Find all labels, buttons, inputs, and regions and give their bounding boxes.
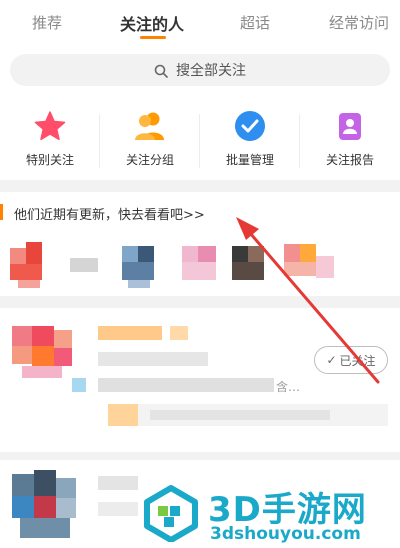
blurred-name (70, 258, 98, 272)
batch-manage-label: 批量管理 (225, 153, 274, 167)
tab-following[interactable]: 关注的人 (120, 11, 184, 35)
search-icon (154, 63, 168, 78)
blurred-username (98, 326, 162, 340)
active-tab-indicator (140, 36, 166, 39)
check-icon: ✓ (326, 353, 337, 367)
special-follow-label: 特别关注 (25, 153, 74, 167)
blurred-meta (98, 352, 208, 366)
section-separator (0, 296, 400, 308)
banner-accent-bar (0, 204, 3, 220)
watermark-logo (144, 485, 198, 542)
follow-report-button[interactable]: 关注报告 (300, 100, 400, 180)
star-icon (34, 110, 66, 142)
watermark-url: 3dshouyou.com (210, 524, 361, 544)
blurred-username (98, 476, 138, 490)
batch-manage-button[interactable]: 批量管理 (200, 100, 300, 180)
blurred-badge (170, 326, 188, 340)
watermark: 3D手游网 3dshouyou.com (140, 480, 400, 548)
follow-report-label: 关注报告 (325, 153, 374, 167)
tab-frequent[interactable]: 经常访问 (329, 12, 389, 33)
followed-label: 已关注 (339, 353, 376, 368)
blurred-content-line (98, 378, 274, 392)
content-ellipsis: 含… (276, 380, 301, 394)
tab-super-topic[interactable]: 超话 (240, 12, 270, 33)
blurred-meta (98, 502, 138, 516)
followed-button[interactable]: ✓ 已关注 (314, 346, 388, 374)
search-placeholder: 搜全部关注 (176, 63, 246, 79)
banner-text: 他们近期有更新，快去看看吧>> (14, 208, 205, 223)
section-separator (0, 452, 400, 460)
blurred-quote-text (150, 410, 330, 420)
tab-recommend[interactable]: 推荐 (32, 12, 62, 33)
blurred-quote-thumb (108, 404, 138, 426)
top-tab-bar: 推荐 关注的人 超话 经常访问 (0, 0, 400, 44)
update-banner[interactable]: 他们近期有更新，快去看看吧>> (0, 196, 400, 230)
check-circle-icon (234, 110, 266, 142)
follow-group-label: 关注分组 (125, 153, 174, 167)
group-icon (134, 110, 166, 142)
follow-group-button[interactable]: 关注分组 (100, 100, 200, 180)
search-bar[interactable]: 搜全部关注 (10, 54, 390, 86)
recent-updates-avatar-row (0, 236, 400, 292)
report-icon (334, 110, 366, 142)
special-follow-button[interactable]: 特别关注 (0, 100, 100, 180)
section-separator (0, 180, 400, 192)
function-grid: 特别关注 关注分组 批量管理 关注报告 (0, 100, 400, 180)
